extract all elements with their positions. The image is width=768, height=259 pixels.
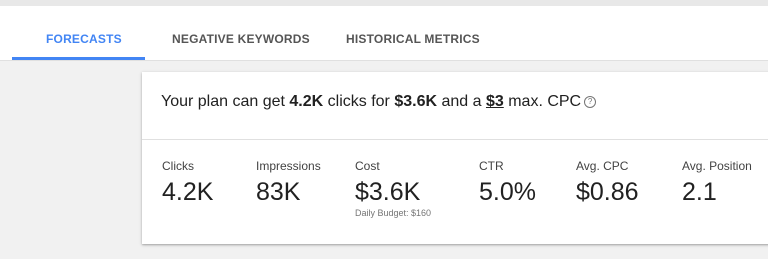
metric-label: Avg. CPC <box>576 159 629 173</box>
summary-max-cpc[interactable]: $3 <box>486 93 504 110</box>
summary-mid1: clicks for <box>323 93 395 110</box>
metric-cost: Cost $3.6K Daily Budget: $160 <box>355 159 431 218</box>
metric-impressions: Impressions 83K <box>256 159 321 207</box>
metric-value: $3.6K <box>355 178 421 206</box>
forecast-summary: Your plan can get 4.2K clicks for $3.6K … <box>161 93 597 111</box>
metric-label: Clicks <box>162 159 194 173</box>
divider <box>142 139 768 140</box>
tab-historical-metrics[interactable]: HISTORICAL METRICS <box>346 6 480 60</box>
tab-negative-keywords[interactable]: NEGATIVE KEYWORDS <box>172 6 310 60</box>
metric-label: CTR <box>479 159 504 173</box>
summary-prefix: Your plan can get <box>161 93 290 110</box>
summary-mid2: and a <box>437 93 486 110</box>
metric-avg-position: Avg. Position 2.1 <box>682 159 752 207</box>
metric-label: Avg. Position <box>682 159 752 173</box>
tab-forecasts[interactable]: FORECASTS <box>46 6 122 60</box>
metric-ctr: CTR 5.0% <box>479 159 536 207</box>
metric-avg-cpc: Avg. CPC $0.86 <box>576 159 639 207</box>
metric-value: 83K <box>256 178 301 206</box>
tab-bar: FORECASTS NEGATIVE KEYWORDS HISTORICAL M… <box>0 6 768 61</box>
active-tab-indicator <box>12 57 145 60</box>
forecast-card: Your plan can get 4.2K clicks for $3.6K … <box>142 72 768 244</box>
metric-value: 2.1 <box>682 178 717 206</box>
metric-value: $0.86 <box>576 178 639 206</box>
metric-value: 4.2K <box>162 178 214 206</box>
help-icon[interactable]: ? <box>584 96 597 108</box>
metric-clicks: Clicks 4.2K <box>162 159 213 207</box>
daily-budget: Daily Budget: $160 <box>355 208 432 218</box>
metric-label: Cost <box>355 159 380 173</box>
summary-suffix: max. CPC <box>503 93 582 110</box>
summary-cost: $3.6K <box>394 93 438 110</box>
metric-value: 5.0% <box>479 178 536 206</box>
summary-clicks: 4.2K <box>289 93 324 110</box>
metric-label: Impressions <box>256 159 321 173</box>
